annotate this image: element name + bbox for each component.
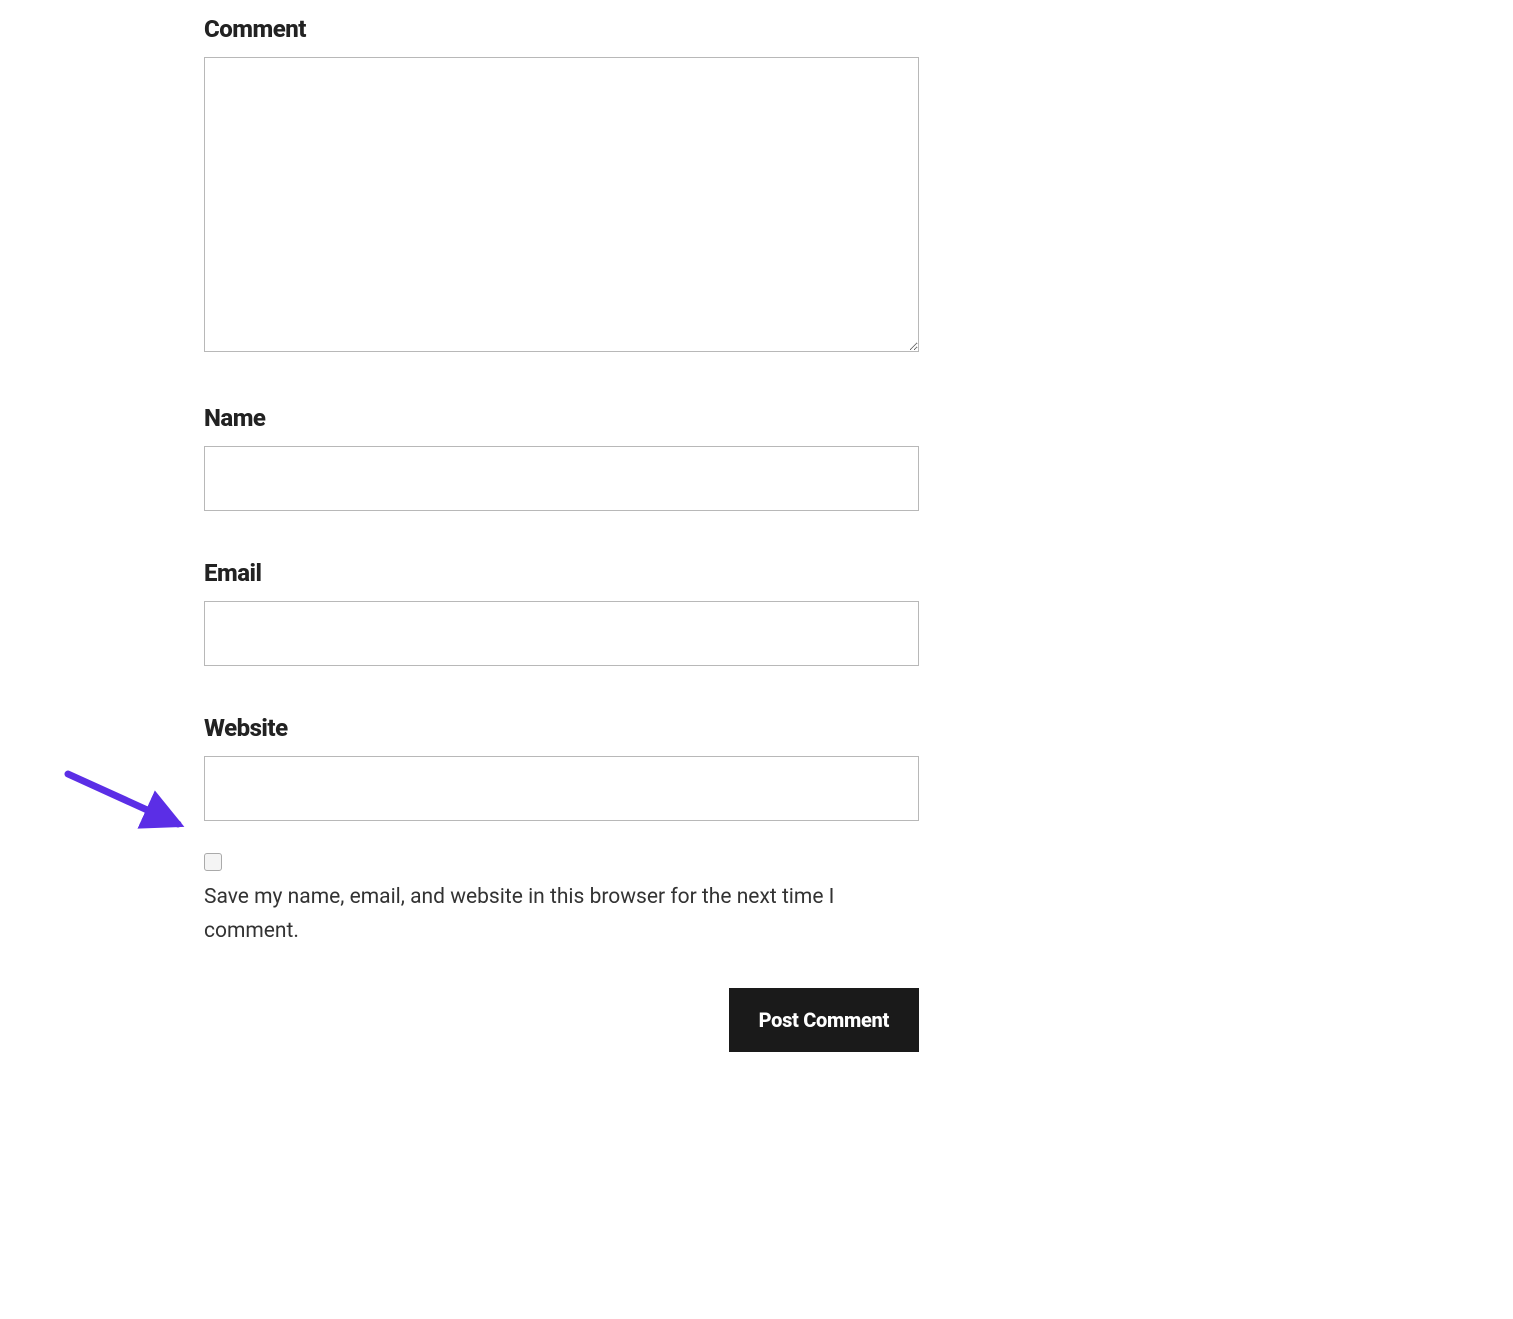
save-info-label: Save my name, email, and website in this… (204, 881, 919, 948)
annotation-arrow-icon (60, 766, 200, 840)
website-input[interactable] (204, 756, 919, 821)
submit-row: Post Comment (204, 988, 919, 1052)
website-label: Website (204, 714, 919, 742)
save-info-checkbox[interactable] (204, 853, 222, 871)
email-label: Email (204, 559, 919, 587)
email-input[interactable] (204, 601, 919, 666)
comment-form: Comment Name Email Website Save my name,… (204, 15, 919, 1052)
name-label: Name (204, 404, 919, 432)
comment-field-group: Comment (204, 15, 919, 356)
website-field-group: Website (204, 714, 919, 821)
save-info-row: Save my name, email, and website in this… (204, 853, 919, 948)
post-comment-button[interactable]: Post Comment (729, 988, 919, 1052)
comment-label: Comment (204, 15, 919, 43)
email-field-group: Email (204, 559, 919, 666)
comment-textarea[interactable] (204, 57, 919, 352)
name-field-group: Name (204, 404, 919, 511)
name-input[interactable] (204, 446, 919, 511)
